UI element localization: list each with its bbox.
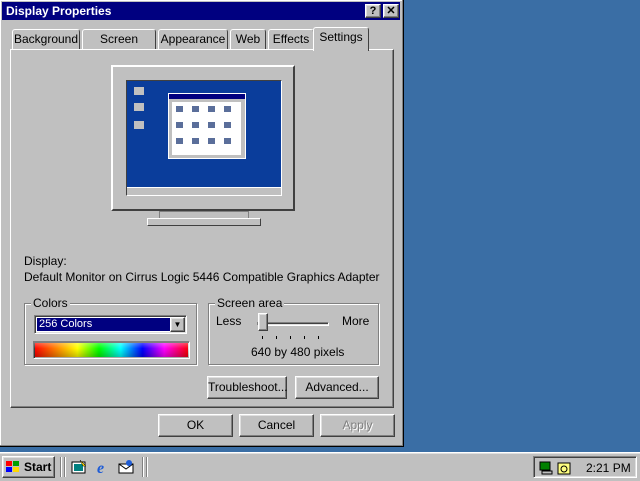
- start-button[interactable]: Start: [2, 456, 55, 478]
- slider-tick: [318, 336, 319, 339]
- title-bar[interactable]: Display Properties ? ✕: [2, 2, 400, 20]
- monitor-preview: [111, 65, 295, 211]
- close-button[interactable]: ✕: [383, 4, 399, 18]
- taskbar-separator: [64, 457, 66, 477]
- ok-button[interactable]: OK: [158, 414, 233, 437]
- windows-logo-icon: [6, 461, 19, 472]
- mini-window-icon: [168, 93, 246, 159]
- start-label: Start: [24, 460, 52, 474]
- tab-screen-saver[interactable]: Screen Saver: [82, 29, 156, 64]
- outlook-express-icon[interactable]: [118, 459, 134, 475]
- my-computer-icon: [134, 87, 144, 95]
- less-label: Less: [216, 314, 242, 328]
- monitor-base: [147, 218, 261, 226]
- tab-web[interactable]: Web: [230, 29, 266, 49]
- colors-legend: Colors: [31, 296, 70, 310]
- slider-tick: [262, 336, 263, 339]
- colors-selected-value: 256 Colors: [37, 318, 170, 331]
- more-label: More: [342, 314, 370, 328]
- taskbar: Start e 2:21 PM: [0, 452, 640, 481]
- clock[interactable]: 2:21 PM: [586, 461, 631, 475]
- tab-effects[interactable]: Effects: [268, 29, 314, 49]
- tab-appearance[interactable]: Appearance: [158, 29, 228, 49]
- colors-dropdown[interactable]: 256 Colors ▼: [34, 315, 187, 334]
- settings-panel: Display: Default Monitor on Cirrus Logic…: [10, 49, 394, 408]
- display-label: Display:: [24, 254, 67, 268]
- slider-tick: [290, 336, 291, 339]
- taskbar-separator: [60, 457, 62, 477]
- scheduler-tray-icon[interactable]: [556, 460, 572, 476]
- svg-text:e: e: [97, 460, 104, 475]
- apply-button[interactable]: Apply: [320, 414, 395, 437]
- slider-tick: [304, 336, 305, 339]
- screen-area-legend: Screen area: [215, 296, 285, 310]
- system-tray: 2:21 PM: [533, 456, 637, 478]
- mini-taskbar: [127, 187, 281, 195]
- resolution-value: 640 by 480 pixels: [251, 345, 345, 359]
- slider-tick: [276, 336, 277, 339]
- display-properties-dialog: Display Properties ? ✕ Background Screen…: [0, 0, 404, 447]
- taskbar-separator: [146, 457, 148, 477]
- color-spectrum-preview: [33, 341, 190, 359]
- recycle-bin-icon: [134, 121, 144, 129]
- taskbar-separator: [142, 457, 144, 477]
- tab-settings[interactable]: Settings: [313, 27, 369, 51]
- network-icon: [134, 103, 144, 111]
- help-button[interactable]: ?: [365, 4, 381, 18]
- internet-explorer-icon[interactable]: e: [95, 459, 111, 475]
- tab-background[interactable]: Background: [12, 29, 80, 49]
- chevron-down-icon[interactable]: ▼: [170, 317, 185, 332]
- troubleshoot-button[interactable]: Troubleshoot...: [207, 376, 288, 399]
- cancel-button[interactable]: Cancel: [239, 414, 314, 437]
- window-title: Display Properties: [6, 4, 112, 18]
- display-device: Default Monitor on Cirrus Logic 5446 Com…: [24, 270, 380, 284]
- screen-area-slider-thumb[interactable]: [258, 313, 268, 331]
- advanced-button[interactable]: Advanced...: [295, 376, 379, 399]
- monitor-screen: [126, 80, 282, 196]
- show-desktop-icon[interactable]: [71, 459, 87, 475]
- display-settings-tray-icon[interactable]: [538, 460, 554, 476]
